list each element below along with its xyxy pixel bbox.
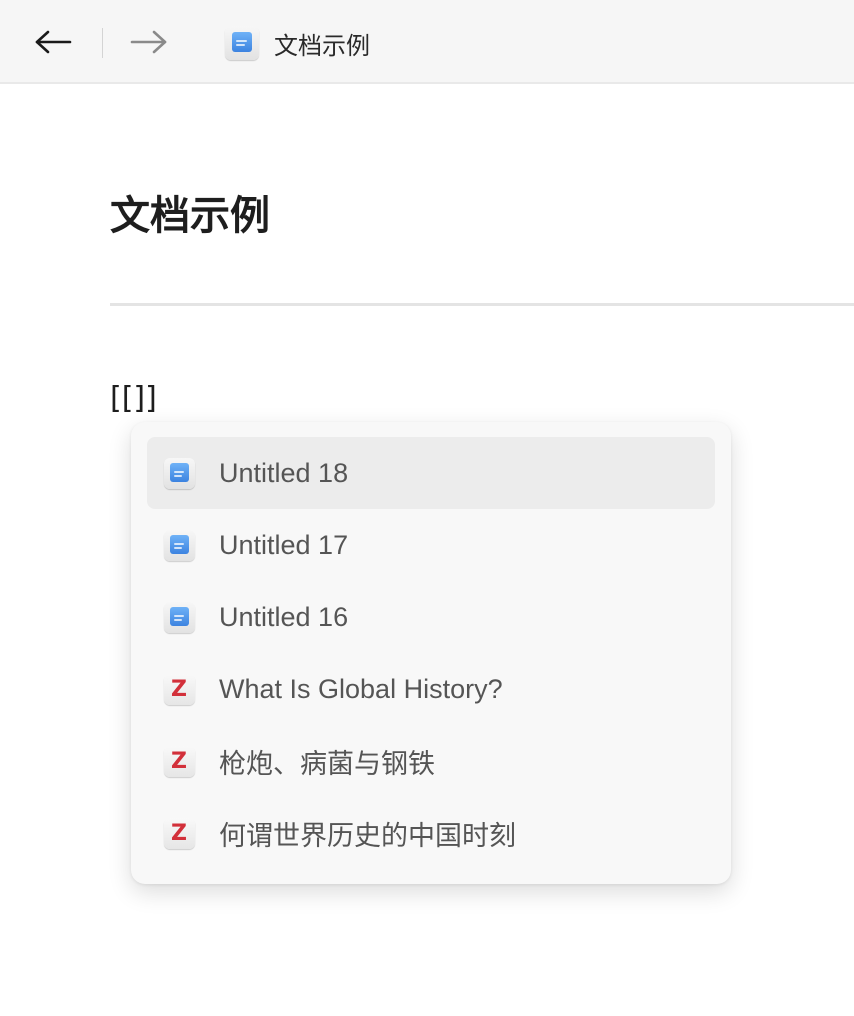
document-icon [163,529,195,561]
arrow-right-icon [130,30,167,54]
suggestion-item-guns-germs-steel[interactable]: Z 枪炮、病菌与钢铁 [147,725,715,797]
document-icon [163,457,195,489]
suggestion-item-china-moment[interactable]: Z 何谓世界历史的中国时刻 [147,797,715,869]
page-title[interactable]: 文档示例 [110,183,270,241]
zotero-icon: Z [163,673,195,705]
forward-button[interactable] [129,24,169,60]
suggestion-label: What Is Global History? [219,673,503,704]
suggestion-label: 何谓世界历史的中国时刻 [219,820,516,851]
suggestion-item-untitled-18[interactable]: Untitled 18 [147,437,715,509]
suggestion-label: Untitled 17 [219,529,349,560]
link-suggestion-popup: Untitled 18 Untitled 17 Untitled 16 Z Wh… [131,422,731,884]
suggestion-label: Untitled 16 [219,601,349,632]
suggestion-label: Untitled 18 [219,457,349,488]
arrow-left-icon [35,30,72,54]
suggestion-item-what-is-global-history[interactable]: Z What Is Global History? [147,653,715,725]
breadcrumb[interactable]: 文档示例 [225,26,370,60]
zotero-icon: Z [163,745,195,777]
toolbar-divider [102,28,103,58]
top-toolbar: 文档示例 [0,0,854,84]
document-icon [163,601,195,633]
editor-input-text[interactable]: [[]] [110,381,157,416]
toolbar-title: 文档示例 [274,32,370,60]
document-icon [225,26,259,60]
suggestion-item-untitled-16[interactable]: Untitled 16 [147,581,715,653]
suggestion-label: 枪炮、病菌与钢铁 [219,748,435,779]
back-button[interactable] [33,24,73,60]
suggestion-item-untitled-17[interactable]: Untitled 17 [147,509,715,581]
title-divider [110,303,854,306]
zotero-icon: Z [163,817,195,849]
